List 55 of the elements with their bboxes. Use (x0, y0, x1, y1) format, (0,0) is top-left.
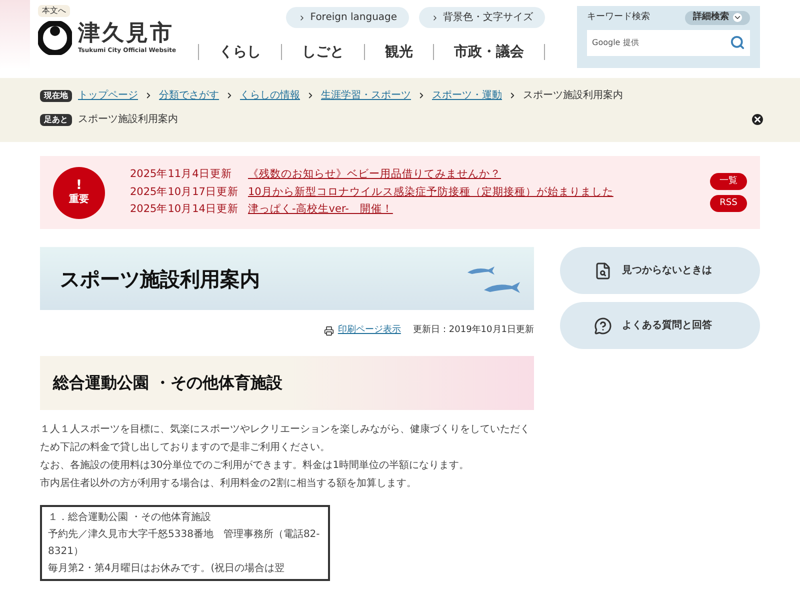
page-title: スポーツ施設利用案内 (60, 266, 260, 292)
info-text: １．総合運動公園 ・その他体育施設 (48, 510, 212, 524)
close-icon[interactable] (752, 114, 763, 125)
printer-icon (324, 326, 334, 336)
notice-button[interactable]: 一覧 (710, 173, 747, 190)
info-text: 予約先／津久見市大字千怒5338番地 管理事務所（電話82-8321） (48, 528, 321, 558)
body-paragraph: １人１人スポーツを目標に、気楽にスポーツやレクリエーションを楽しみながら、健康づくりをしていただくため下記の料金で貸し出しておりますので是非ご利用ください。 (40, 422, 531, 454)
exclamation-mark: ! (76, 178, 82, 192)
logo-title: 津久見市 (78, 22, 175, 46)
breadcrumb-link[interactable]: くらしの情報 (240, 88, 300, 103)
breadcrumb-separator-icon (508, 91, 517, 100)
search-placeholder: Google 提供 (592, 36, 639, 48)
chevron-down-icon (733, 13, 742, 22)
breadcrumb-separator-icon (306, 91, 315, 100)
search-field[interactable]: Google 提供 (587, 30, 750, 56)
search-icon[interactable] (730, 35, 745, 50)
breadcrumb-separator-icon (417, 91, 426, 100)
info-text: 毎月第2・第4月曜日はお休みです。(祝日の場合は翌 (48, 562, 286, 576)
body-paragraph: なお、各施設の使用料は30分単位でのご利用ができます。料金は1時間単位の半額になります。 (40, 458, 470, 472)
side-link-button[interactable]: 見つからないときは (560, 247, 760, 294)
notice-link[interactable]: 10月から新型コロナウイルス感染症予防接種（定期接種）が始まりました (248, 184, 614, 200)
notice-link[interactable]: 《残数のお知らせ》ベビー用品借りてみませんか？ (248, 166, 501, 183)
footprints-label: 足あと (40, 114, 72, 126)
breadcrumb-link[interactable]: 分類でさがす (159, 88, 219, 103)
updated-date: 更新日：2019年10月1日更新 (412, 324, 534, 337)
breadcrumb-separator-icon (144, 91, 153, 100)
breadcrumb-link[interactable]: トップページ (78, 88, 138, 103)
notice-date: 2025年10月14日更新 (130, 202, 240, 218)
breadcrumb-link[interactable]: 生涯学習・スポーツ (321, 88, 411, 103)
advanced-search-button[interactable]: 詳細検索 (685, 11, 750, 24)
breadcrumb-current: スポーツ施設利用案内 (523, 88, 623, 103)
section-heading: 総合運動公園 ・その他体育施設 (53, 372, 283, 394)
location-label: 現在地 (40, 90, 72, 102)
side-link-button[interactable]: よくある質問と回答 (560, 302, 760, 349)
search-label: キーワード検索 (587, 11, 650, 24)
document-search-icon (594, 262, 612, 280)
notice-date: 2025年11月4日更新 (130, 166, 233, 182)
header-pill-link[interactable]: 背景色・文字サイズ (419, 7, 546, 28)
notice-link[interactable]: 津っぱく-高校生ver- 開催！ (248, 202, 393, 218)
main-nav-link[interactable]: しごと (281, 44, 364, 60)
breadcrumb-separator-icon (225, 91, 234, 100)
body-paragraph: 市内居住者以外の方が利用する場合は、利用料金の2割に相当する額を加算します。 (40, 476, 418, 490)
main-nav-link[interactable]: 市政・議会 (433, 44, 544, 60)
notice-date: 2025年10月17日更新 (130, 184, 240, 200)
main-nav-link[interactable]: 観光 (364, 44, 434, 60)
question-bubble-icon (594, 316, 612, 334)
print-link[interactable]: 印刷ページ表示 (324, 324, 401, 338)
skip-link[interactable]: 本文へ (38, 5, 70, 17)
notice-button[interactable]: RSS (710, 195, 747, 212)
main-nav-link[interactable]: くらし (198, 44, 282, 60)
important-label: 重要 (69, 192, 89, 206)
footprint-link[interactable]: スポーツ施設利用案内 (78, 112, 178, 127)
city-logo-icon (38, 21, 72, 55)
breadcrumb-link[interactable]: スポーツ・運動 (432, 88, 502, 103)
header-pill-link[interactable]: Foreign language (286, 7, 410, 28)
